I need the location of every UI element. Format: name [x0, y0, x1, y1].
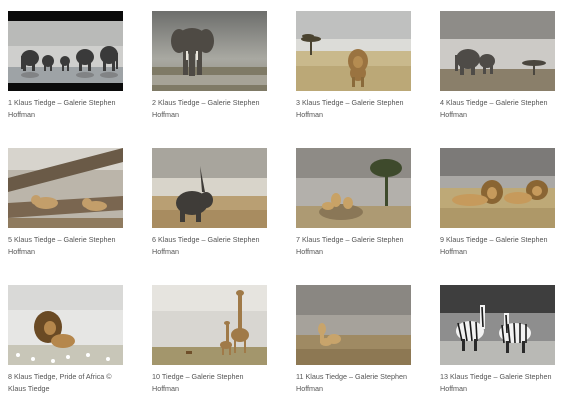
gallery-item[interactable]: 10 Tiedge – Galerie Stephen Hoffman: [152, 285, 267, 395]
image-caption: 2 Klaus Tiedge – Galerie Stephen Hoffman: [152, 98, 260, 119]
thumbnail-link[interactable]: [296, 148, 411, 228]
giraffes-image: [152, 285, 267, 365]
thumbnail-link[interactable]: [8, 11, 123, 91]
image-caption: 11 Klaus Tiedge – Galerie Stephen Hoffma…: [296, 372, 407, 393]
thumbnail-link[interactable]: [440, 11, 555, 91]
image-caption: 7 Klaus Tiedge – Galerie Stephen Hoffman: [296, 235, 404, 256]
zebras-image: [440, 285, 555, 365]
thumbnail-link[interactable]: [296, 285, 411, 365]
elephants-acacia-image: [440, 11, 555, 91]
lions-on-tree-image: [8, 148, 123, 228]
gallery-item[interactable]: 7 Klaus Tiedge – Galerie Stephen Hoffman: [296, 148, 411, 258]
image-caption: 6 Klaus Tiedge – Galerie Stephen Hoffman: [152, 235, 260, 256]
image-caption: 13 Klaus Tiedge – Galerie Stephen Hoffma…: [440, 372, 552, 393]
gallery-item[interactable]: 3 Klaus Tiedge – Galerie Stephen Hoffman: [296, 11, 411, 121]
photo-gallery: 1 Klaus Tiedge – Galerie Stephen Hoffman…: [0, 0, 575, 400]
cheetahs-image: [296, 285, 411, 365]
two-lions-image: [440, 148, 555, 228]
image-caption: 5 Klaus Tiedge – Galerie Stephen Hoffman: [8, 235, 116, 256]
image-caption: 8 Klaus Tiedge, Pride of Africa © Klaus …: [8, 372, 112, 393]
thumbnail-link[interactable]: [296, 11, 411, 91]
gallery-item[interactable]: 4 Klaus Tiedge – Galerie Stephen Hoffman: [440, 11, 555, 121]
lions-acacia-image: [296, 148, 411, 228]
lion-flowers-image: [8, 285, 123, 365]
elephant-front-image: [152, 11, 267, 91]
thumbnail-link[interactable]: [440, 148, 555, 228]
gallery-item[interactable]: 9 Klaus Tiedge – Galerie Stephen Hoffman: [440, 148, 555, 258]
image-caption: 1 Klaus Tiedge – Galerie Stephen Hoffman: [8, 98, 116, 119]
thumbnail-link[interactable]: [152, 11, 267, 91]
elephant-herd-image: [8, 11, 123, 91]
gallery-item[interactable]: 6 Klaus Tiedge – Galerie Stephen Hoffman: [152, 148, 267, 258]
thumbnail-link[interactable]: [8, 285, 123, 365]
image-caption: 10 Tiedge – Galerie Stephen Hoffman: [152, 372, 244, 393]
image-caption: 4 Klaus Tiedge – Galerie Stephen Hoffman: [440, 98, 548, 119]
gallery-item[interactable]: 5 Klaus Tiedge – Galerie Stephen Hoffman: [8, 148, 123, 258]
thumbnail-link[interactable]: [440, 285, 555, 365]
image-caption: 3 Klaus Tiedge – Galerie Stephen Hoffman: [296, 98, 404, 119]
lion-savanna-image: [296, 11, 411, 91]
image-caption: 9 Klaus Tiedge – Galerie Stephen Hoffman: [440, 235, 548, 256]
gallery-item[interactable]: 11 Klaus Tiedge – Galerie Stephen Hoffma…: [296, 285, 411, 395]
rhino-image: [152, 148, 267, 228]
thumbnail-link[interactable]: [152, 148, 267, 228]
gallery-item[interactable]: 1 Klaus Tiedge – Galerie Stephen Hoffman: [8, 11, 123, 121]
thumbnail-link[interactable]: [8, 148, 123, 228]
thumbnail-link[interactable]: [152, 285, 267, 365]
gallery-item[interactable]: 2 Klaus Tiedge – Galerie Stephen Hoffman: [152, 11, 267, 121]
gallery-item[interactable]: 8 Klaus Tiedge, Pride of Africa © Klaus …: [8, 285, 123, 395]
gallery-item[interactable]: 13 Klaus Tiedge – Galerie Stephen Hoffma…: [440, 285, 555, 395]
